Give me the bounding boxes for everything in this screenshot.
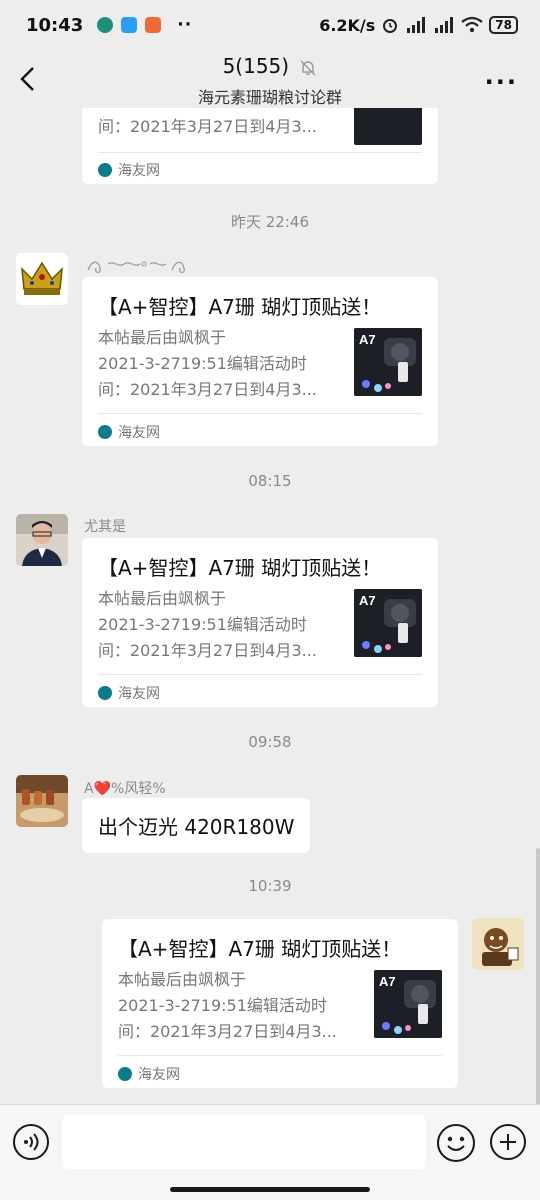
wifi-icon: [461, 16, 483, 33]
alarm-icon: [383, 19, 398, 33]
card-divider: [118, 1055, 442, 1056]
signal-icon: [407, 17, 426, 33]
source-logo-icon: [98, 686, 112, 700]
app-notification-icon: [97, 17, 114, 33]
card-desc-line: 本帖最后由飒枫于: [98, 589, 227, 608]
card-thumbnail: [354, 108, 422, 145]
source-logo-icon: [98, 425, 112, 439]
timestamp: 10:39: [248, 877, 292, 895]
chat-title-text: 5(155): [222, 54, 290, 78]
emoji-button[interactable]: [437, 1124, 475, 1162]
card-title: 【A+智控】A7珊 瑚灯顶贴送！: [98, 295, 382, 319]
card-description: 本帖最后由飒枫于 2021-3-2719:51编辑活动时 间：2021年3月27…: [98, 325, 338, 403]
link-card[interactable]: 【A+智控】A7珊 瑚灯顶贴送！ 本帖最后由飒枫于 2021-3-2719:51…: [102, 919, 458, 1088]
title-bar: 5(155) 海元素珊瑚粮讨论群 ···: [0, 50, 540, 108]
card-description: 间：2021年3月27日到4月3...: [98, 114, 338, 140]
card-desc-line: 本帖最后由飒枫于: [98, 328, 227, 347]
timestamp: 08:15: [248, 472, 292, 490]
heart-icon: ❤️: [93, 781, 112, 797]
sender-name-prefix: A: [84, 781, 94, 797]
card-source-name: 海友网: [118, 686, 160, 702]
card-source: 海友网: [98, 422, 160, 442]
card-source: 海友网: [118, 1064, 180, 1084]
home-indicator[interactable]: [170, 1187, 370, 1192]
food-photo-avatar-icon: [16, 775, 68, 827]
avatar[interactable]: [16, 775, 68, 827]
battery-icon: 78: [489, 16, 518, 34]
message-list[interactable]: 间：2021年3月27日到4月3... 海友网 昨天 22:46 【A+智控】A…: [0, 108, 540, 1104]
network-speed: 6.2K/s: [319, 15, 376, 35]
status-bar: 10:43 ·· 6.2K/s 78: [0, 0, 540, 50]
product-image: A7: [354, 328, 422, 396]
avatar[interactable]: [16, 514, 68, 566]
card-source-name: 海友网: [118, 163, 160, 179]
timestamp: 昨天 22:46: [231, 213, 309, 231]
card-desc-line: 本帖最后由飒枫于: [118, 970, 247, 989]
plus-icon: [500, 1134, 516, 1150]
card-desc-line: 间：2021年3月27日到4月3...: [118, 1022, 337, 1041]
app-notification-icon: [145, 17, 162, 33]
person-avatar-icon: [16, 514, 68, 566]
text-message-bubble[interactable]: 出个迈光 420R180W: [82, 798, 311, 853]
voice-input-button[interactable]: [13, 1124, 49, 1160]
card-title: 【A+智控】A7珊 瑚灯顶贴送！: [118, 937, 402, 961]
card-source: 海友网: [98, 160, 160, 180]
svg-text:A7: A7: [379, 974, 396, 989]
card-source-name: 海友网: [118, 425, 160, 441]
crown-avatar-icon: [16, 253, 68, 305]
sender-name-suffix: %风轻%: [111, 781, 166, 797]
sender-name: A❤️%风轻%: [84, 778, 166, 798]
sender-decorative-name-icon: [87, 261, 185, 274]
card-thumbnail: A7: [374, 970, 442, 1038]
product-image: A7: [354, 589, 422, 657]
status-time: 10:43: [26, 14, 84, 36]
card-desc-line: 2021-3-2719:51编辑活动时: [98, 615, 307, 634]
card-thumbnail: A7: [354, 328, 422, 396]
svg-text:A7: A7: [359, 593, 376, 608]
card-source: 海友网: [98, 683, 160, 703]
link-card[interactable]: 【A+智控】A7珊 瑚灯顶贴送！ 本帖最后由飒枫于 2021-3-2719:51…: [82, 538, 438, 707]
product-image: A7: [374, 970, 442, 1038]
card-desc-line: 间：2021年3月27日到4月3...: [98, 641, 317, 660]
link-card[interactable]: 【A+智控】A7珊 瑚灯顶贴送！ 本帖最后由飒枫于 2021-3-2719:51…: [82, 277, 438, 446]
input-bar: [0, 1104, 540, 1200]
more-notifications-icon: ··: [177, 15, 193, 35]
voice-icon: [24, 1133, 39, 1151]
scrollbar[interactable]: [536, 848, 540, 1104]
cartoon-avatar-icon: [472, 918, 524, 970]
signal-icon: [435, 17, 454, 33]
card-divider: [98, 152, 422, 153]
more-options-button[interactable]: ···: [485, 68, 518, 96]
card-title: 【A+智控】A7珊 瑚灯顶贴送！: [98, 556, 382, 580]
sender-name: 尤其是: [84, 519, 126, 535]
more-functions-button[interactable]: [490, 1124, 526, 1160]
smiley-icon: [447, 1136, 465, 1151]
card-desc-line: 间：2021年3月27日到4月3...: [98, 380, 317, 399]
card-desc-line: 2021-3-2719:51编辑活动时: [98, 354, 307, 373]
mute-bell-icon: [300, 60, 316, 75]
card-description: 本帖最后由飒枫于 2021-3-2719:51编辑活动时 间：2021年3月27…: [118, 967, 358, 1045]
card-source-name: 海友网: [138, 1067, 180, 1083]
message-input[interactable]: [62, 1115, 426, 1169]
chat-subtitle: 海元素珊瑚粮讨论群: [197, 88, 342, 107]
svg-text:A7: A7: [359, 332, 376, 347]
card-desc-line: 2021-3-2719:51编辑活动时: [118, 996, 327, 1015]
app-notification-icon: [121, 17, 138, 33]
avatar[interactable]: [16, 253, 68, 305]
link-card[interactable]: 间：2021年3月27日到4月3... 海友网: [82, 108, 438, 184]
source-logo-icon: [118, 1067, 132, 1081]
card-desc-line: 间：2021年3月27日到4月3...: [98, 117, 317, 136]
notification-icons: ··: [97, 15, 192, 35]
card-thumbnail: A7: [354, 589, 422, 657]
card-description: 本帖最后由飒枫于 2021-3-2719:51编辑活动时 间：2021年3月27…: [98, 586, 338, 664]
card-divider: [98, 674, 422, 675]
card-divider: [98, 413, 422, 414]
timestamp: 09:58: [248, 733, 292, 751]
chat-title: 5(155): [0, 54, 540, 78]
source-logo-icon: [98, 163, 112, 177]
avatar[interactable]: [472, 918, 524, 970]
